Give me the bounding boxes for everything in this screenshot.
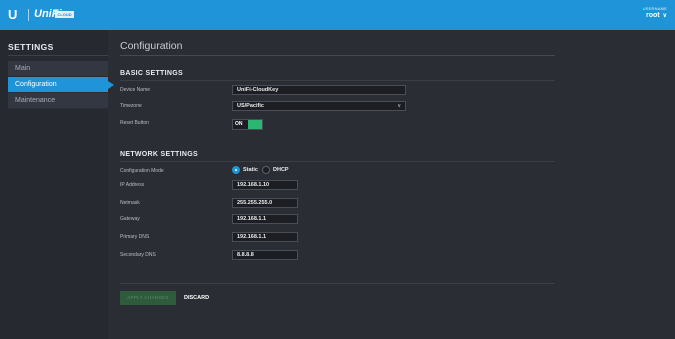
sidebar-item-configuration[interactable]: Configuration: [8, 77, 114, 93]
secondary-dns-label: Secondary DNS: [120, 252, 156, 258]
ubiquiti-logo-icon[interactable]: U: [8, 8, 20, 22]
network-settings-heading: NETWORK SETTINGS: [120, 151, 198, 158]
sidebar-divider: [8, 55, 108, 56]
timezone-value: US/Pacific: [237, 103, 264, 109]
logo-divider: [28, 9, 29, 21]
chevron-down-icon: ∨: [662, 13, 667, 19]
toggle-state-text: ON: [235, 121, 243, 127]
sidebar-item-main[interactable]: Main: [8, 61, 108, 77]
basic-settings-heading: BASIC SETTINGS: [120, 70, 183, 77]
configuration-mode-label: Configuration Mode: [120, 168, 164, 174]
discard-button[interactable]: DISCARD: [184, 291, 209, 305]
sidebar-title: SETTINGS: [8, 42, 54, 52]
username-label: USERNAME: [642, 6, 667, 11]
sidebar-item-maintenance[interactable]: Maintenance: [8, 93, 108, 109]
netmask-field[interactable]: 255.255.255.0: [232, 198, 298, 208]
device-name-field[interactable]: UniFi-CloudKey: [232, 85, 406, 95]
cloudkey-badge: CLOUD KEY: [55, 11, 74, 24]
primary-dns-field[interactable]: 192.168.1.1: [232, 232, 298, 242]
dhcp-radio[interactable]: [262, 166, 270, 174]
network-settings-divider: [120, 161, 555, 162]
ip-address-field[interactable]: 192.168.1.10: [232, 180, 298, 190]
actions-divider: [120, 283, 555, 284]
basic-settings-divider: [120, 80, 555, 81]
reset-button-label: Reset Button: [120, 120, 149, 126]
sidebar-nav: Main Configuration Maintenance: [8, 61, 114, 109]
device-name-label: Device Name: [120, 87, 151, 93]
title-divider: [120, 55, 555, 56]
timezone-label: Timezone: [120, 103, 142, 109]
primary-dns-label: Primary DNS: [120, 234, 150, 240]
gateway-field[interactable]: 192.168.1.1: [232, 214, 298, 224]
user-menu[interactable]: root ∨: [646, 12, 667, 19]
secondary-dns-field[interactable]: 8.8.8.8: [232, 250, 298, 260]
apply-changes-button[interactable]: APPLY CHANGES: [120, 291, 176, 305]
timezone-select[interactable]: US/Pacific ∨: [232, 101, 406, 111]
static-radio[interactable]: [232, 166, 240, 174]
reset-button-toggle[interactable]: ON: [232, 119, 263, 130]
ip-address-label: IP Address: [120, 182, 145, 188]
username-text: root: [645, 12, 660, 19]
netmask-label: Netmask: [120, 200, 140, 206]
static-radio-label[interactable]: Static: [243, 166, 258, 174]
dhcp-radio-label[interactable]: DHCP: [273, 166, 289, 174]
toggle-knob: [248, 120, 262, 129]
top-bar: U UniFi CLOUD KEY USERNAME root ∨: [0, 0, 675, 30]
chevron-down-icon: ∨: [397, 103, 401, 109]
page-title: Configuration: [120, 40, 183, 52]
gateway-label: Gateway: [120, 216, 140, 222]
